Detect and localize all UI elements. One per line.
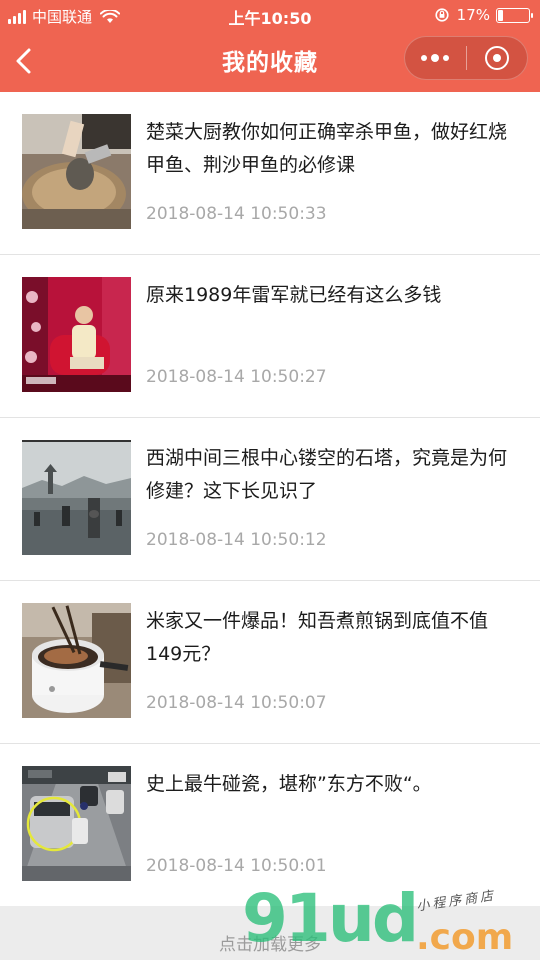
item-timestamp: 2018-08-14 10:50:27: [146, 367, 327, 387]
load-more-label: 点击加载更多: [219, 935, 321, 955]
list-item[interactable]: 楚菜大厨教你如何正确宰杀甲鱼，做好红烧甲鱼、荆沙甲鱼的必修课 2018-08-1…: [0, 92, 540, 255]
list-item[interactable]: 西湖中间三根中心镂空的石塔，究竟是为何修建？这下长见识了 2018-08-14 …: [0, 418, 540, 581]
item-timestamp: 2018-08-14 10:50:12: [146, 530, 327, 550]
item-timestamp: 2018-08-14 10:50:01: [146, 856, 327, 876]
item-timestamp: 2018-08-14 10:50:07: [146, 693, 327, 713]
list-item[interactable]: 米家又一件爆品！知吾煮煎锅到底值不值149元？ 2018-08-14 10:50…: [0, 581, 540, 744]
item-title: 史上最牛碰瓷，堪称”东方不败“。: [146, 773, 432, 795]
more-dots-icon[interactable]: [405, 37, 466, 79]
rotation-lock-icon: [435, 8, 449, 22]
thumbnail-tv-interview: [22, 277, 131, 392]
target-circle-icon[interactable]: [466, 37, 527, 79]
thumbnail-traffic-camera: [22, 766, 131, 881]
item-title: 原来1989年雷军就已经有这么多钱: [146, 284, 442, 306]
list-item[interactable]: 原来1989年雷军就已经有这么多钱 2018-08-14 10:50:27: [0, 255, 540, 418]
load-more-button[interactable]: 点击加载更多: [0, 906, 540, 960]
item-timestamp: 2018-08-14 10:50:33: [146, 204, 327, 224]
item-title: 西湖中间三根中心镂空的石塔，究竟是为何修建？这下长见识了: [146, 447, 508, 502]
thumbnail-cooking-pot: [22, 603, 131, 718]
thumbnail-west-lake-pagodas: [22, 440, 131, 555]
thumbnail-cooking-turtle: [22, 114, 131, 229]
item-title: 楚菜大厨教你如何正确宰杀甲鱼，做好红烧甲鱼、荆沙甲鱼的必修课: [146, 121, 508, 176]
status-bar: 中国联通 上午10:50 17%: [0, 0, 540, 30]
battery-icon: [496, 7, 533, 23]
nav-bar: 我的收藏: [0, 30, 540, 92]
status-right: 17%: [435, 6, 533, 24]
item-title: 米家又一件爆品！知吾煮煎锅到底值不值149元？: [146, 610, 489, 665]
battery-percent: 17%: [456, 6, 490, 24]
favorites-list: 楚菜大厨教你如何正确宰杀甲鱼，做好红烧甲鱼、荆沙甲鱼的必修课 2018-08-1…: [0, 92, 540, 907]
mini-program-capsule: [404, 36, 528, 80]
battery-level: [498, 9, 503, 21]
list-item[interactable]: 史上最牛碰瓷，堪称”东方不败“。 2018-08-14 10:50:01: [0, 744, 540, 907]
